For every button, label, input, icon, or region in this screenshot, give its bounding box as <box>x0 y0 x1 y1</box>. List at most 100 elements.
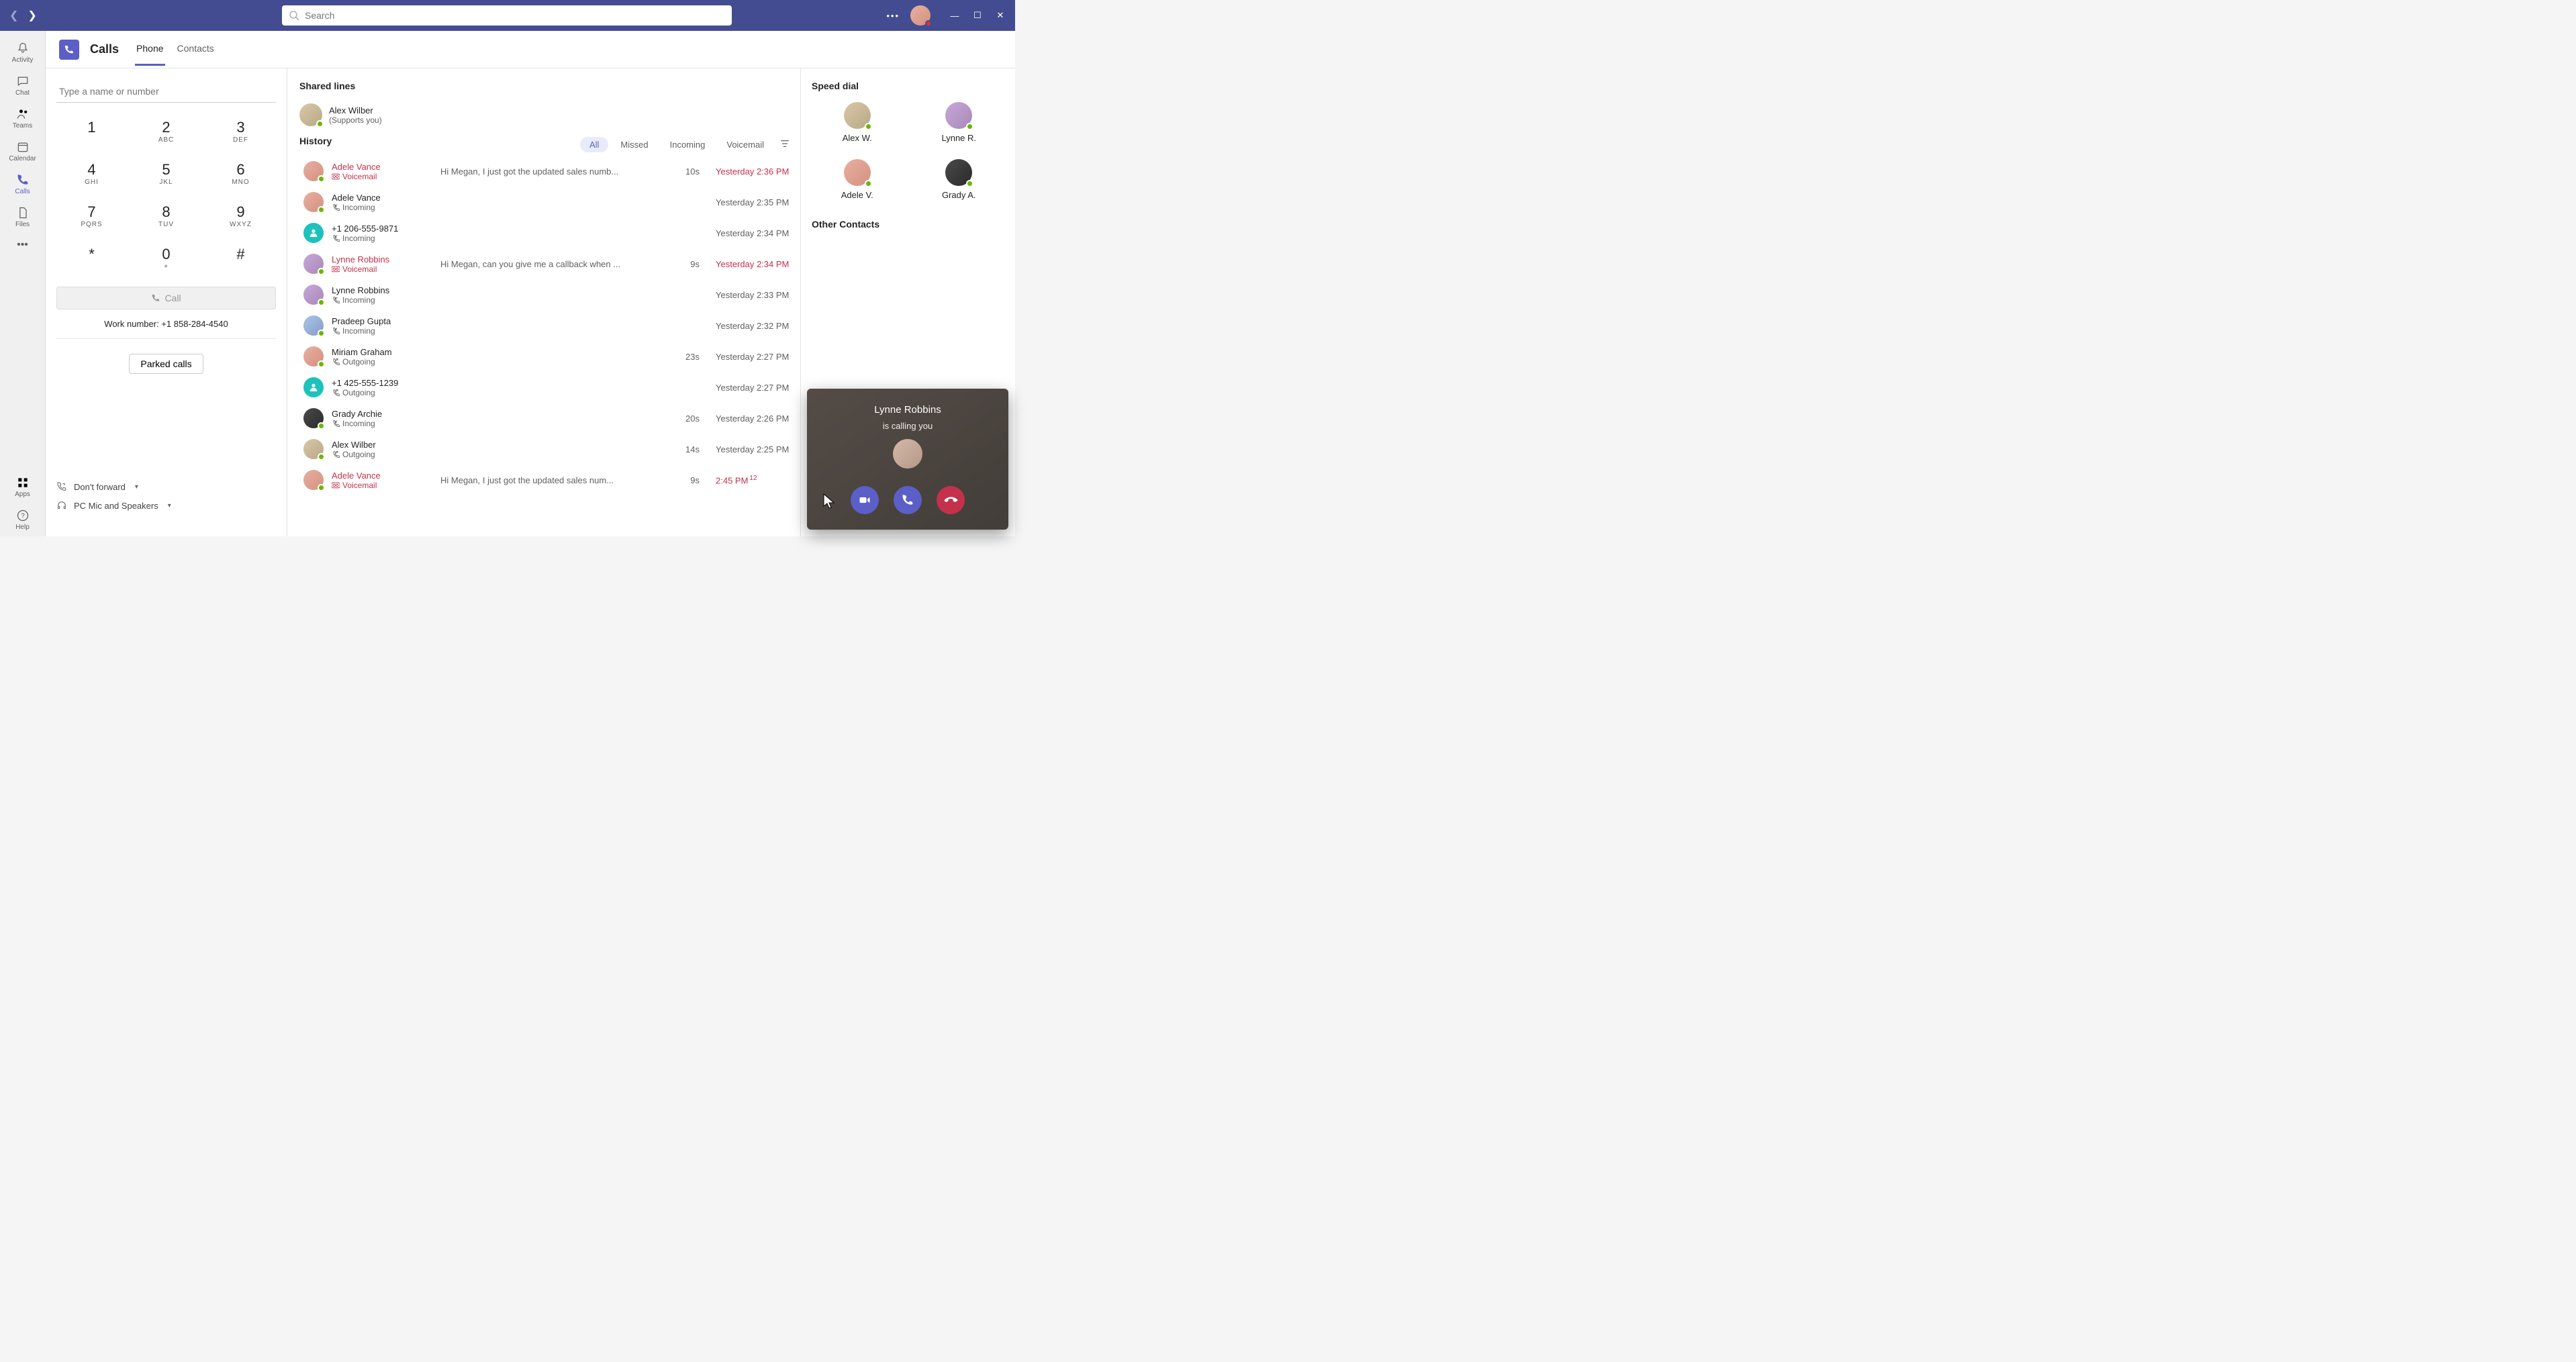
speed-dial-label: Lynne R. <box>941 133 976 143</box>
dial-input[interactable] <box>56 81 276 103</box>
speed-dial-label: Alex W. <box>843 133 872 143</box>
tab-contacts[interactable]: Contacts <box>176 33 216 66</box>
rail-files[interactable]: Files <box>0 201 45 234</box>
call-button[interactable]: Call <box>56 287 276 309</box>
user-avatar[interactable] <box>910 5 931 26</box>
history-row[interactable]: Adele Vance Voicemail Hi Megan, I just g… <box>299 465 794 495</box>
dialpad-key-5[interactable]: 5JKL <box>131 154 201 193</box>
history-row[interactable]: +1 206-555-9871 Incoming Yesterday 2:34 … <box>299 217 794 248</box>
history-row[interactable]: Adele Vance Voicemail Hi Megan, I just g… <box>299 156 794 187</box>
dialpad-key-*[interactable]: * <box>56 239 127 277</box>
history-name: Adele Vance <box>332 193 426 203</box>
avatar <box>303 192 324 212</box>
history-row[interactable]: Lynne Robbins Voicemail Hi Megan, can yo… <box>299 248 794 279</box>
phone-icon <box>64 44 75 55</box>
filter-incoming[interactable]: Incoming <box>661 137 715 152</box>
history-time: Yesterday 2:25 PM <box>716 444 790 454</box>
dialpad-key-9[interactable]: 9WXYZ <box>205 197 276 235</box>
dialpad-key-6[interactable]: 6MNO <box>205 154 276 193</box>
rail-chat[interactable]: Chat <box>0 69 45 102</box>
forward-setting[interactable]: Don't forward ▾ <box>56 477 276 496</box>
search-box[interactable] <box>282 5 732 26</box>
filter-voicemail[interactable]: Voicemail <box>717 137 773 152</box>
history-row[interactable]: Pradeep Gupta Incoming Yesterday 2:32 PM <box>299 310 794 341</box>
window-maximize[interactable]: ☐ <box>968 6 987 25</box>
dialpad-key-#[interactable]: # <box>205 239 276 277</box>
filter-icon[interactable] <box>780 139 790 150</box>
speed-dial-item[interactable]: Grady A. <box>914 159 1005 200</box>
filter-all[interactable]: All <box>580 137 608 152</box>
files-icon <box>16 206 30 220</box>
rail-calls[interactable]: Calls <box>0 168 45 201</box>
history-row[interactable]: Lynne Robbins Incoming Yesterday 2:33 PM <box>299 279 794 310</box>
history-name: Lynne Robbins <box>332 254 426 264</box>
nav-forward[interactable]: ❯ <box>28 9 36 22</box>
history-time: Yesterday 2:27 PM <box>716 352 790 362</box>
history-duration: 14s <box>673 444 700 454</box>
help-icon: ? <box>16 509 30 522</box>
more-menu[interactable]: ••• <box>886 11 900 21</box>
work-number: Work number: +1 858-284-4540 <box>56 319 276 339</box>
history-time: Yesterday 2:27 PM <box>716 383 790 393</box>
phone-icon <box>151 293 160 303</box>
search-icon <box>289 10 299 21</box>
rail-apps[interactable]: Apps <box>0 471 45 503</box>
device-setting[interactable]: PC Mic and Speakers ▾ <box>56 496 276 515</box>
nav-back[interactable]: ❮ <box>9 9 18 22</box>
chevron-down-icon: ▾ <box>168 502 171 509</box>
history-row[interactable]: Adele Vance Incoming Yesterday 2:35 PM <box>299 187 794 217</box>
avatar <box>299 103 322 126</box>
speed-dial-item[interactable]: Adele V. <box>812 159 903 200</box>
video-icon <box>858 493 871 507</box>
history-name: Miriam Graham <box>332 347 426 357</box>
other-contacts-title: Other Contacts <box>812 219 1004 230</box>
avatar <box>303 254 324 274</box>
dialpad-key-2[interactable]: 2ABC <box>131 112 201 150</box>
history-row[interactable]: Miriam Graham Outgoing 23s Yesterday 2:2… <box>299 341 794 372</box>
chat-icon <box>16 75 30 88</box>
decline-button[interactable] <box>937 486 965 514</box>
shared-line-item[interactable]: Alex Wilber (Supports you) <box>299 98 800 136</box>
history-time: Yesterday 2:34 PM <box>716 259 790 269</box>
history-time: Yesterday 2:35 PM <box>716 197 790 207</box>
speed-dial-item[interactable]: Alex W. <box>812 102 903 143</box>
history-row[interactable]: Grady Archie Incoming 20s Yesterday 2:26… <box>299 403 794 434</box>
history-name: +1 206-555-9871 <box>332 224 426 234</box>
history-row[interactable]: Alex Wilber Outgoing 14s Yesterday 2:25 … <box>299 434 794 465</box>
dialpad-key-7[interactable]: 7PQRS <box>56 197 127 235</box>
tab-phone[interactable]: Phone <box>135 33 164 66</box>
chevron-down-icon: ▾ <box>135 483 138 491</box>
calendar-icon <box>16 140 30 154</box>
rail-teams[interactable]: Teams <box>0 102 45 135</box>
dialpad-key-8[interactable]: 8TUV <box>131 197 201 235</box>
rail-more[interactable]: ••• <box>0 234 45 256</box>
rail-calendar[interactable]: Calendar <box>0 135 45 168</box>
speed-dial-title: Speed dial <box>812 81 1004 91</box>
dialpad-key-4[interactable]: 4GHI <box>56 154 127 193</box>
accept-audio-button[interactable] <box>894 486 922 514</box>
history-row[interactable]: +1 425-555-1239 Outgoing Yesterday 2:27 … <box>299 372 794 403</box>
accept-video-button[interactable] <box>851 486 879 514</box>
phone-icon <box>901 493 914 507</box>
rail-activity[interactable]: Activity <box>0 36 45 69</box>
dialpad-key-0[interactable]: 0+ <box>131 239 201 277</box>
history-name: Alex Wilber <box>332 440 426 450</box>
history-duration: 9s <box>673 475 700 485</box>
window-close[interactable]: ✕ <box>991 6 1010 25</box>
history-message: Hi Megan, I just got the updated sales n… <box>440 166 665 177</box>
dialpad-key-1[interactable]: 1 <box>56 112 127 150</box>
history-type: Outgoing <box>332 450 426 459</box>
filter-missed[interactable]: Missed <box>611 137 657 152</box>
history-time: Yesterday 2:33 PM <box>716 290 790 300</box>
window-minimize[interactable]: — <box>945 6 964 25</box>
dialpad-key-3[interactable]: 3DEF <box>205 112 276 150</box>
history-duration: 20s <box>673 414 700 424</box>
calls-header-icon <box>59 40 79 60</box>
speed-dial-item[interactable]: Lynne R. <box>914 102 1005 143</box>
history-type: Incoming <box>332 326 426 336</box>
rail-help[interactable]: ? Help <box>0 503 45 536</box>
avatar <box>303 223 324 243</box>
history-name: Pradeep Gupta <box>332 316 426 326</box>
parked-calls-button[interactable]: Parked calls <box>129 354 203 374</box>
search-input[interactable] <box>305 10 725 21</box>
